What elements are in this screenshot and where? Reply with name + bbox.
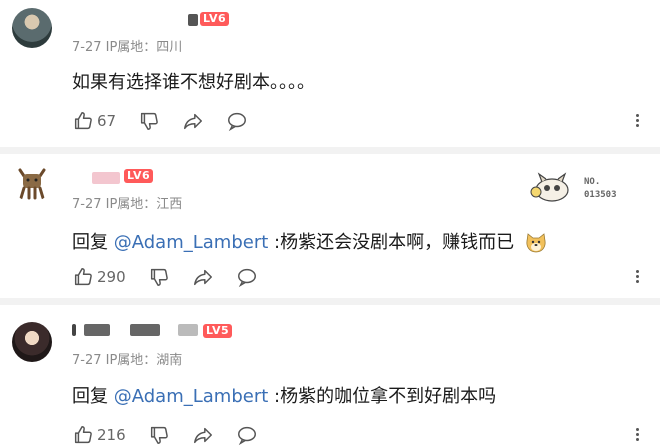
username-redacted[interactable]: [84, 324, 110, 336]
like-button[interactable]: 216: [72, 424, 126, 446]
level-badge: LV5: [203, 324, 233, 338]
level-badge: LV6: [124, 169, 154, 183]
dislike-button[interactable]: [148, 266, 170, 288]
thumbs-up-icon: [74, 268, 92, 286]
comment-item: LV5 7-27 IP属地：湖南 回复 @Adam_Lambert :杨紫的咖位…: [0, 302, 660, 447]
comment-actions: 216: [72, 424, 280, 446]
thumbs-up-icon: [74, 112, 92, 130]
doge-emoji-icon: [526, 233, 546, 253]
share-icon: [193, 269, 212, 286]
comment-body: :杨紫的咖位拿不到好剧本吗: [268, 386, 497, 407]
like-count: 67: [97, 112, 117, 130]
comment-body: 如果有选择谁不想好剧本。。。。: [72, 72, 315, 93]
comment-body: :杨紫还会没剧本啊，赚钱而已: [268, 232, 515, 253]
like-count: 216: [97, 426, 126, 444]
share-button[interactable]: [192, 266, 214, 288]
share-icon: [184, 113, 203, 130]
level-badge: LV6: [200, 12, 230, 26]
thumbs-down-icon: [150, 426, 168, 444]
username-redacted[interactable]: [130, 324, 160, 336]
comment-meta: 7-27 IP属地：湖南: [72, 353, 183, 368]
avatar[interactable]: [12, 322, 52, 362]
reply-prefix: 回复: [72, 232, 114, 253]
thumbs-down-icon: [150, 268, 168, 286]
comment-actions: 290: [72, 266, 280, 288]
svg-text:013503: 013503: [584, 190, 617, 200]
comment-item: LV6 7-27 IP属地：江西 NO. 013503 回复 @Adam_Lam…: [0, 152, 660, 302]
svg-text:NO.: NO.: [584, 177, 600, 187]
comment-meta: 7-27 IP属地：四川: [72, 40, 183, 55]
comment-icon: [237, 426, 256, 446]
username-redacted[interactable]: [72, 324, 76, 336]
reply-button[interactable]: [236, 266, 258, 288]
fan-badge: NO. 013503: [530, 172, 617, 202]
avatar[interactable]: [12, 162, 52, 202]
comment-meta: 7-27 IP属地：江西: [72, 197, 183, 212]
reply-button[interactable]: [236, 424, 258, 446]
thumbs-up-icon: [74, 426, 92, 444]
username-redacted[interactable]: [188, 14, 198, 26]
comment-text: 如果有选择谁不想好剧本。。。。: [72, 68, 315, 94]
comment-icon: [237, 268, 256, 288]
like-button[interactable]: 67: [72, 110, 116, 132]
mention-link[interactable]: @Adam_Lambert: [114, 232, 269, 253]
more-icon[interactable]: [636, 112, 640, 129]
more-icon[interactable]: [636, 268, 640, 285]
like-count: 290: [97, 268, 126, 286]
more-icon[interactable]: [636, 426, 640, 443]
comment-text: 回复 @Adam_Lambert :杨紫的咖位拿不到好剧本吗: [72, 382, 496, 408]
avatar[interactable]: [12, 8, 52, 48]
comment-icon: [228, 112, 247, 132]
username-redacted[interactable]: [92, 172, 120, 184]
comment-item: LV6 7-27 IP属地：四川 如果有选择谁不想好剧本。。。。 67: [0, 0, 660, 152]
comment-text: 回复 @Adam_Lambert :杨紫还会没剧本啊，赚钱而已: [72, 228, 548, 255]
mention-link[interactable]: @Adam_Lambert: [114, 386, 269, 407]
dislike-button[interactable]: [148, 424, 170, 446]
share-icon: [193, 427, 212, 444]
username-redacted[interactable]: [178, 324, 198, 336]
thumbs-down-icon: [141, 112, 158, 130]
dislike-button[interactable]: [138, 110, 160, 132]
like-button[interactable]: 290: [72, 266, 126, 288]
comment-actions: 67: [72, 110, 270, 132]
share-button[interactable]: [192, 424, 214, 446]
reply-prefix: 回复: [72, 386, 114, 407]
reply-button[interactable]: [226, 110, 248, 132]
dog-avatar-icon: [18, 168, 46, 200]
share-button[interactable]: [182, 110, 204, 132]
